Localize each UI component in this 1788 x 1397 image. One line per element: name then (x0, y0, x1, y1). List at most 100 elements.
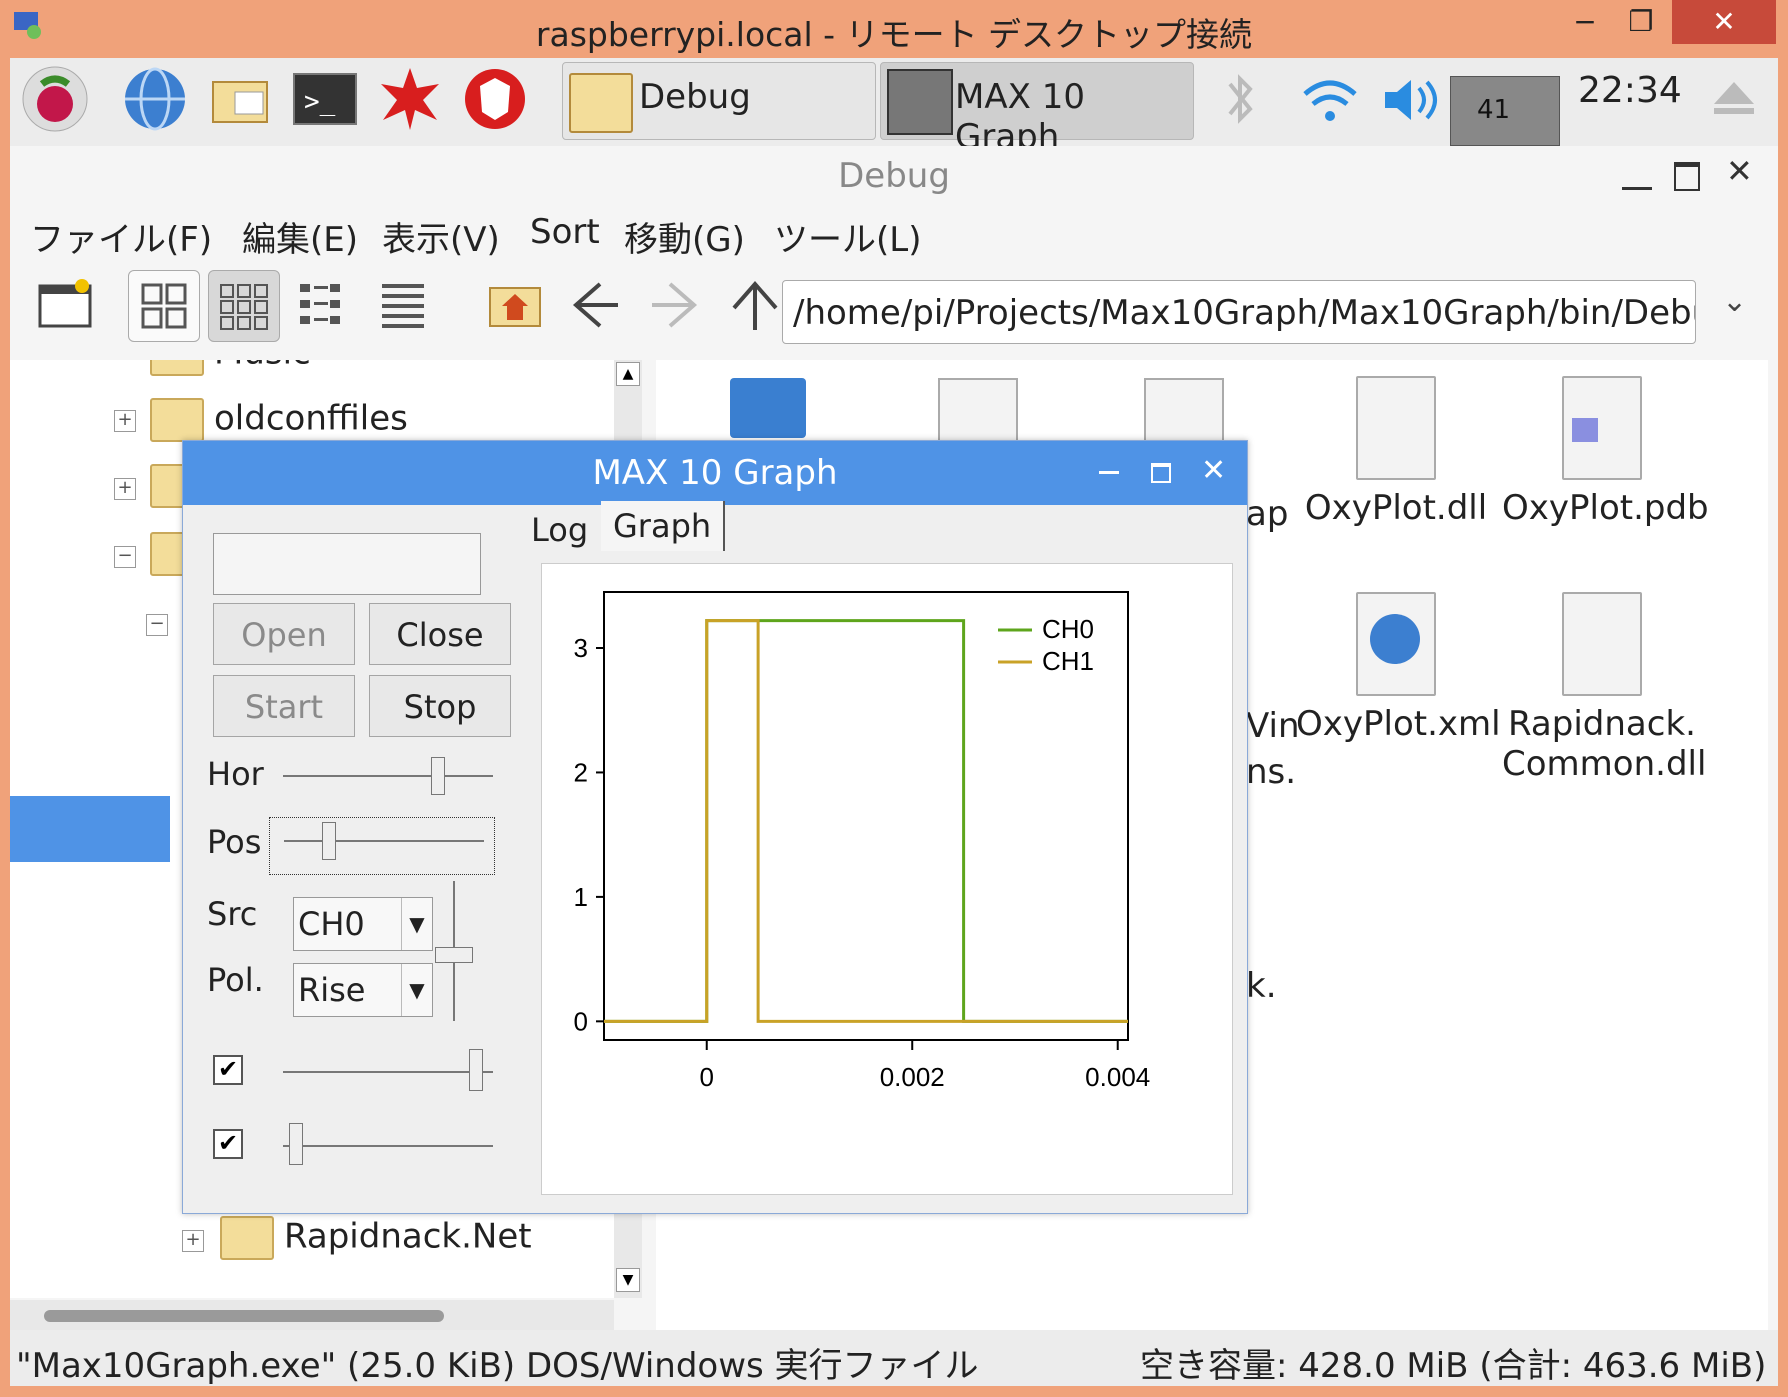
window-title: Debug (838, 156, 950, 196)
tree-item-label: Music (214, 360, 311, 373)
port-input[interactable] (213, 533, 481, 595)
file-icon[interactable] (938, 378, 1018, 442)
rdp-restore-button[interactable]: ❐ (1616, 0, 1666, 44)
scroll-up-icon[interactable]: ▲ (616, 362, 640, 386)
file-item[interactable]: OxyPlot.dll (1296, 376, 1496, 528)
file-name: Rapidnack. Common.dll (1502, 704, 1707, 784)
new-window-icon[interactable] (30, 270, 100, 340)
tree-item[interactable]: oldconffiles (150, 398, 408, 442)
y-tick-label: 1 (574, 882, 588, 912)
maximize-button[interactable] (1674, 162, 1700, 191)
task-max10-label: MAX 10 Graph (955, 77, 1085, 157)
wifi-icon[interactable] (1295, 64, 1365, 134)
rdp-title-bar: raspberrypi.local - リモート デスクトップ接続 − ❐ ✕ (0, 0, 1788, 58)
icon-view-icon[interactable] (128, 270, 200, 342)
clock[interactable]: 22:34 (1578, 70, 1682, 111)
hor-slider[interactable] (283, 757, 493, 811)
menu-tools[interactable]: ツール(L) (774, 212, 921, 261)
doc-file-icon (1562, 376, 1642, 480)
collapse-icon[interactable]: − (114, 546, 136, 568)
x-tick-label: 0.004 (1085, 1062, 1150, 1092)
menu-file[interactable]: ファイル(F) (30, 212, 212, 261)
minimize-button[interactable] (1099, 471, 1119, 474)
tree-item-selected[interactable] (10, 796, 170, 862)
pos-slider[interactable] (269, 817, 495, 875)
menu-sort[interactable]: Sort (530, 212, 600, 252)
compact-view-icon[interactable] (288, 270, 358, 340)
ch0-offset-slider[interactable] (283, 1049, 493, 1107)
tree-item[interactable]: Music (150, 360, 311, 376)
menu-go[interactable]: 移動(G) (624, 212, 745, 261)
slider-handle[interactable] (435, 947, 473, 963)
scroll-down-icon[interactable]: ▼ (616, 1268, 640, 1292)
src-select[interactable]: CH0 ▼ (293, 897, 433, 951)
file-item[interactable]: OxyPlot.pdb (1502, 376, 1709, 528)
home-icon[interactable] (480, 270, 550, 340)
path-input[interactable]: /home/pi/Projects/Max10Graph/Max10Graph/… (782, 280, 1696, 344)
raspberry-menu-icon[interactable] (20, 64, 90, 134)
trigger-level-slider[interactable] (435, 881, 475, 1021)
collapse-icon[interactable]: − (146, 614, 168, 636)
folder-icon (150, 398, 204, 442)
thumbnail-view-icon[interactable] (208, 270, 280, 342)
rdp-minimize-button[interactable]: − (1560, 0, 1610, 44)
tab-graph[interactable]: Graph (601, 501, 726, 551)
stop-button[interactable]: Stop (369, 675, 511, 737)
task-max10-graph[interactable]: MAX 10 Graph (880, 62, 1194, 157)
wolfram-icon[interactable] (460, 64, 530, 134)
ch1-offset-slider[interactable] (283, 1123, 493, 1181)
tree-item[interactable]: Rapidnack.Net (220, 1216, 532, 1260)
max10-graph-window: MAX 10 Graph ✕ Open Close Start Stop Hor… (182, 440, 1248, 1214)
file-manager-icon[interactable] (205, 64, 275, 134)
menu-view[interactable]: 表示(V) (382, 212, 500, 261)
close-icon[interactable]: ✕ (1726, 152, 1753, 190)
app-window-icon (887, 69, 953, 135)
detail-view-icon[interactable] (368, 270, 438, 340)
tab-log[interactable]: Log (519, 505, 600, 555)
file-name: OxyPlot.dll (1304, 488, 1488, 528)
browser-globe-icon[interactable] (120, 64, 190, 134)
minimize-button[interactable] (1622, 160, 1652, 190)
mathematica-icon[interactable] (375, 64, 445, 134)
path-dropdown-icon[interactable]: ⌄ (1722, 284, 1747, 319)
cpu-monitor: 41 (1450, 76, 1560, 146)
menu-edit[interactable]: 編集(E) (242, 212, 358, 261)
expand-icon[interactable]: + (182, 1230, 204, 1252)
hor-label: Hor (207, 755, 264, 793)
x-tick-label: 0.002 (880, 1062, 945, 1092)
rdp-close-button[interactable]: ✕ (1672, 0, 1776, 44)
close-button[interactable]: Close (369, 603, 511, 665)
file-name-partial: ns. (1246, 752, 1297, 792)
status-bar: "Max10Graph.exe" (25.0 KiB) DOS/Windows … (10, 1330, 1778, 1386)
status-file-info: "Max10Graph.exe" (25.0 KiB) DOS/Windows … (16, 1346, 979, 1386)
start-button[interactable]: Start (213, 675, 355, 737)
volume-icon[interactable] (1375, 64, 1445, 134)
expand-icon[interactable]: + (114, 478, 136, 500)
pol-select[interactable]: Rise ▼ (293, 963, 433, 1017)
open-button[interactable]: Open (213, 603, 355, 665)
slider-handle[interactable] (289, 1123, 303, 1165)
file-icon (1562, 592, 1642, 696)
scroll-thumb[interactable] (44, 1310, 444, 1322)
task-debug[interactable]: Debug (562, 62, 876, 140)
horizontal-scrollbar[interactable] (10, 1300, 614, 1330)
bluetooth-icon[interactable] (1205, 64, 1275, 134)
forward-arrow-icon[interactable] (640, 270, 710, 340)
send-file-icon[interactable] (730, 378, 806, 438)
slider-handle[interactable] (322, 822, 336, 860)
expand-icon[interactable]: + (114, 410, 136, 432)
slider-handle[interactable] (469, 1049, 483, 1091)
slider-handle[interactable] (431, 757, 445, 795)
up-arrow-icon[interactable] (720, 270, 790, 340)
terminal-icon[interactable]: >_ (290, 64, 360, 134)
doc-file-icon[interactable] (1144, 378, 1224, 442)
ch0-checkbox[interactable]: ✔ (213, 1055, 243, 1085)
back-arrow-icon[interactable] (560, 270, 630, 340)
maximize-button[interactable] (1151, 463, 1171, 483)
file-item[interactable]: OxyPlot.xml (1296, 592, 1501, 744)
ch1-checkbox[interactable]: ✔ (213, 1129, 243, 1159)
file-item[interactable]: Rapidnack. Common.dll (1502, 592, 1707, 784)
close-icon[interactable]: ✕ (1201, 453, 1226, 488)
oscilloscope-chart: 0 1 2 3 0 0.002 0.004 CH0CH1 (574, 591, 1150, 1092)
eject-icon[interactable] (1710, 74, 1758, 122)
